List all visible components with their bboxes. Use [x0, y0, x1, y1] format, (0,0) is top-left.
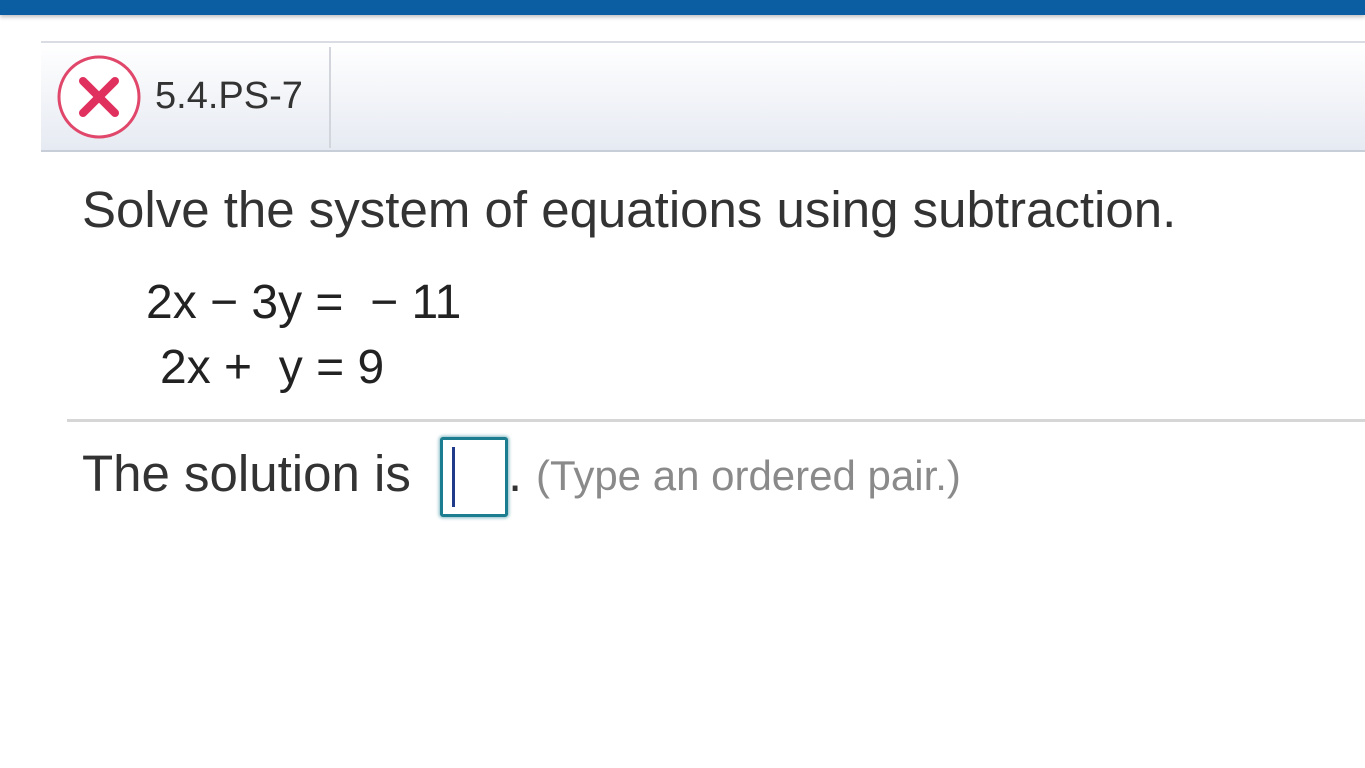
header-divider: [329, 47, 331, 148]
question-instruction: Solve the system of equations using subt…: [82, 181, 1177, 238]
answer-format-hint: (Type an ordered pair.): [536, 452, 961, 499]
incorrect-x-icon: [57, 55, 141, 139]
text-cursor: [452, 447, 455, 507]
answer-input[interactable]: [440, 437, 508, 517]
answer-period: .: [508, 445, 523, 502]
answer-prefix: The solution is: [82, 445, 411, 502]
question-header: 5.4.PS-7: [41, 41, 1365, 152]
section-divider: [67, 419, 1365, 422]
equation-2: 2x + y = 9: [160, 341, 385, 394]
equation-1: 2x − 3y = − 11: [146, 276, 462, 329]
question-id: 5.4.PS-7: [155, 75, 303, 117]
top-bar: [0, 0, 1365, 15]
